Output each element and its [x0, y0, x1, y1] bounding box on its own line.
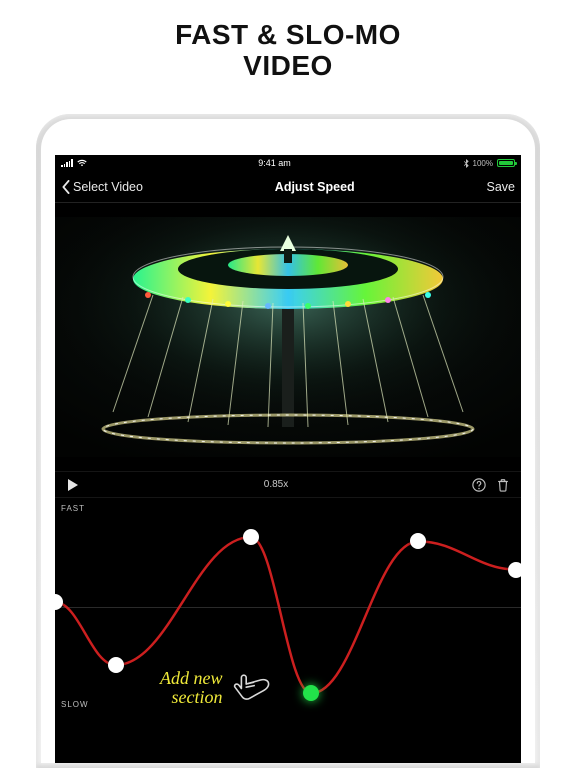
status-right: 100%: [463, 159, 515, 168]
back-button[interactable]: Select Video: [61, 180, 143, 194]
hero-line2: VIDEO: [0, 51, 576, 82]
device-frame: 9:41 am 100% Select Video Adjust: [36, 114, 540, 768]
annotation-line1: Add new: [160, 669, 223, 688]
battery-icon: [497, 159, 515, 167]
bluetooth-icon: [463, 159, 469, 168]
curve-handle[interactable]: [243, 529, 259, 545]
status-time: 9:41 am: [258, 158, 291, 168]
chevron-left-icon: [61, 180, 71, 194]
curve-handle[interactable]: [108, 657, 124, 673]
screen-title: Adjust Speed: [275, 180, 355, 194]
speed-curve: [55, 498, 521, 715]
help-circle-icon: [472, 478, 486, 492]
battery-percent: 100%: [473, 159, 493, 168]
save-button[interactable]: Save: [487, 180, 516, 194]
annotation-line2: section: [160, 688, 223, 707]
play-icon: [66, 478, 80, 492]
cellular-signal-icon: [61, 159, 73, 167]
back-label: Select Video: [73, 180, 143, 194]
help-button[interactable]: [471, 477, 487, 493]
nav-bar: Select Video Adjust Speed Save: [55, 171, 521, 203]
video-preview-wrap: [55, 203, 521, 471]
annotation-add-section: Add new section: [160, 669, 271, 707]
video-preview[interactable]: [55, 217, 521, 457]
trash-icon: [496, 478, 510, 492]
speed-curve-editor[interactable]: FAST SLOW Add new section: [55, 497, 521, 715]
delete-button[interactable]: [495, 477, 511, 493]
playback-controls: 0.85x: [55, 471, 521, 497]
speed-readout: 0.85x: [89, 479, 463, 490]
app-screen: 9:41 am 100% Select Video Adjust: [55, 155, 521, 763]
hero-title: FAST & SLO-MO VIDEO: [0, 0, 576, 88]
wifi-icon: [77, 159, 87, 167]
curve-handle[interactable]: [410, 533, 426, 549]
hero-line1: FAST & SLO-MO: [0, 20, 576, 51]
curve-handle-active[interactable]: [303, 685, 319, 701]
device-bezel: 9:41 am 100% Select Video Adjust: [41, 119, 535, 763]
status-bar: 9:41 am 100%: [55, 155, 521, 171]
point-hand-icon: [231, 673, 271, 703]
curve-handle[interactable]: [508, 562, 521, 578]
status-left: [61, 159, 87, 167]
play-button[interactable]: [65, 477, 81, 493]
